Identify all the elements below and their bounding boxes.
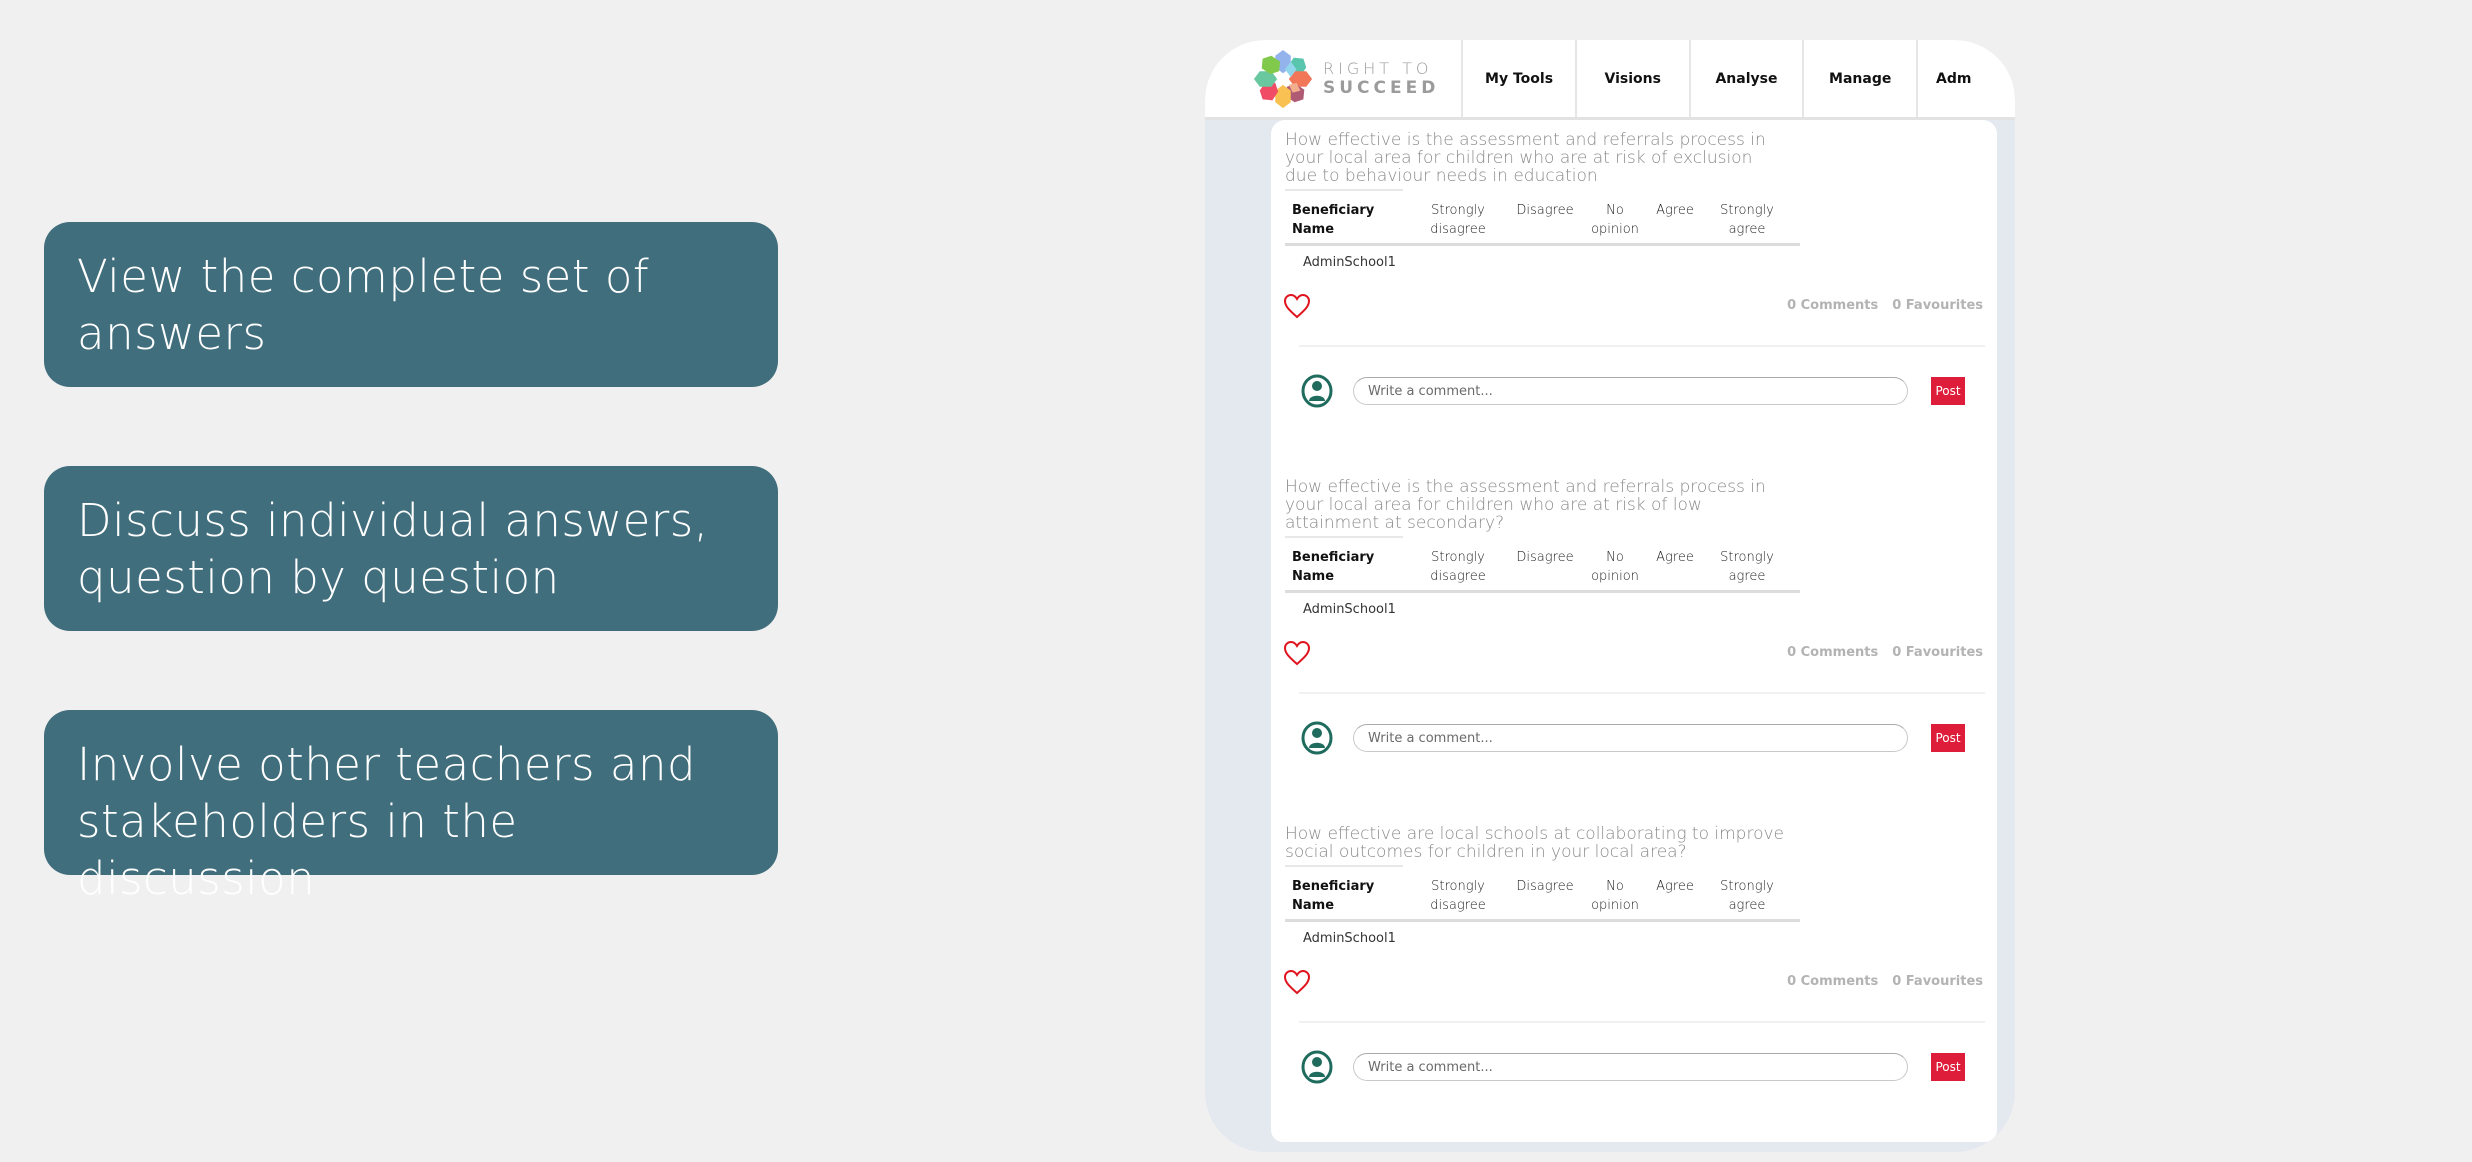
question-divider: [1285, 865, 1403, 867]
answers-feed: How effective is the assessment and refe…: [1271, 120, 1997, 1142]
question-text: How effective is the assessment and refe…: [1285, 477, 1766, 533]
callout-view-answers: View the complete set of answers: [44, 222, 778, 387]
col-no-opinion: No opinion: [1591, 879, 1639, 913]
question-text: How effective are local schools at colla…: [1285, 824, 1785, 862]
col-strongly-disagree: Strongly disagree: [1430, 550, 1486, 584]
question-divider: [1285, 189, 1403, 191]
nav-visions[interactable]: Visions: [1577, 40, 1691, 117]
nav-analyse[interactable]: Analyse: [1691, 40, 1805, 117]
nav-my-tools[interactable]: My Tools: [1463, 40, 1577, 117]
engagement-counts: 0 Comments 0 Favourites: [1787, 298, 1983, 313]
callout-involve-stakeholders: Involve other teachers and stakeholders …: [44, 710, 778, 905]
question-text: How effective is the assessment and refe…: [1285, 130, 1766, 186]
col-agree: Agree: [1656, 550, 1694, 565]
logo-line2: SUCCEED: [1323, 78, 1440, 98]
col-disagree: Disagree: [1516, 550, 1574, 565]
comment-input[interactable]: [1353, 724, 1908, 752]
col-strongly-agree: Strongly agree: [1720, 203, 1774, 237]
engagement-counts: 0 Comments 0 Favourites: [1787, 974, 1983, 989]
col-no-opinion: No opinion: [1591, 203, 1639, 237]
table-row-beneficiary: AdminSchool1: [1303, 602, 1396, 617]
comment-input[interactable]: [1353, 1053, 1908, 1081]
user-avatar-icon: [1301, 1050, 1333, 1084]
logo[interactable]: RIGHT TO SUCCEED: [1205, 40, 1464, 117]
logo-text: RIGHT TO SUCCEED: [1323, 59, 1440, 99]
answers-table-header: Beneficiary Name Strongly disagree Disag…: [1285, 193, 1800, 246]
table-row-beneficiary: AdminSchool1: [1303, 931, 1396, 946]
comments-count[interactable]: 0 Comments: [1787, 298, 1878, 313]
col-disagree: Disagree: [1516, 203, 1574, 218]
user-avatar-icon: [1301, 374, 1333, 408]
heart-icon[interactable]: [1283, 640, 1311, 666]
heart-icon[interactable]: [1283, 293, 1311, 319]
answers-table-header: Beneficiary Name Strongly disagree Disag…: [1285, 540, 1800, 593]
favourites-count[interactable]: 0 Favourites: [1892, 645, 1983, 660]
engagement-counts: 0 Comments 0 Favourites: [1787, 645, 1983, 660]
nav-admin[interactable]: Adm: [1918, 40, 2015, 117]
favourites-count[interactable]: 0 Favourites: [1892, 974, 1983, 989]
col-agree: Agree: [1656, 879, 1694, 894]
heart-icon[interactable]: [1283, 969, 1311, 995]
comments-count[interactable]: 0 Comments: [1787, 974, 1878, 989]
post-comment-button[interactable]: Post: [1931, 377, 1965, 405]
comment-input[interactable]: [1353, 377, 1908, 405]
nav-manage[interactable]: Manage: [1804, 40, 1919, 117]
col-beneficiary-name: Beneficiary Name: [1292, 203, 1375, 237]
top-navigation: RIGHT TO SUCCEED My Tools Visions Analys…: [1205, 40, 2015, 120]
user-avatar-icon: [1301, 721, 1333, 755]
col-strongly-agree: Strongly agree: [1720, 550, 1774, 584]
app-frame: RIGHT TO SUCCEED My Tools Visions Analys…: [1205, 40, 2015, 1152]
col-beneficiary-name: Beneficiary Name: [1292, 550, 1375, 584]
callout-discuss-answers: Discuss individual answers, question by …: [44, 466, 778, 631]
col-beneficiary-name: Beneficiary Name: [1292, 879, 1375, 913]
comment-separator: [1299, 1021, 1985, 1023]
col-no-opinion: No opinion: [1591, 550, 1639, 584]
col-agree: Agree: [1656, 203, 1694, 218]
comment-separator: [1299, 345, 1985, 347]
col-strongly-disagree: Strongly disagree: [1430, 879, 1486, 913]
post-comment-button[interactable]: Post: [1931, 724, 1965, 752]
col-strongly-disagree: Strongly disagree: [1430, 203, 1486, 237]
comment-separator: [1299, 692, 1985, 694]
col-strongly-agree: Strongly agree: [1720, 879, 1774, 913]
col-disagree: Disagree: [1516, 879, 1574, 894]
comments-count[interactable]: 0 Comments: [1787, 645, 1878, 660]
post-comment-button[interactable]: Post: [1931, 1053, 1965, 1081]
logo-flower-icon: [1253, 49, 1313, 109]
question-divider: [1285, 536, 1403, 538]
table-row-beneficiary: AdminSchool1: [1303, 255, 1396, 270]
logo-line1: RIGHT TO: [1323, 59, 1433, 78]
favourites-count[interactable]: 0 Favourites: [1892, 298, 1983, 313]
answers-table-header: Beneficiary Name Strongly disagree Disag…: [1285, 869, 1800, 922]
